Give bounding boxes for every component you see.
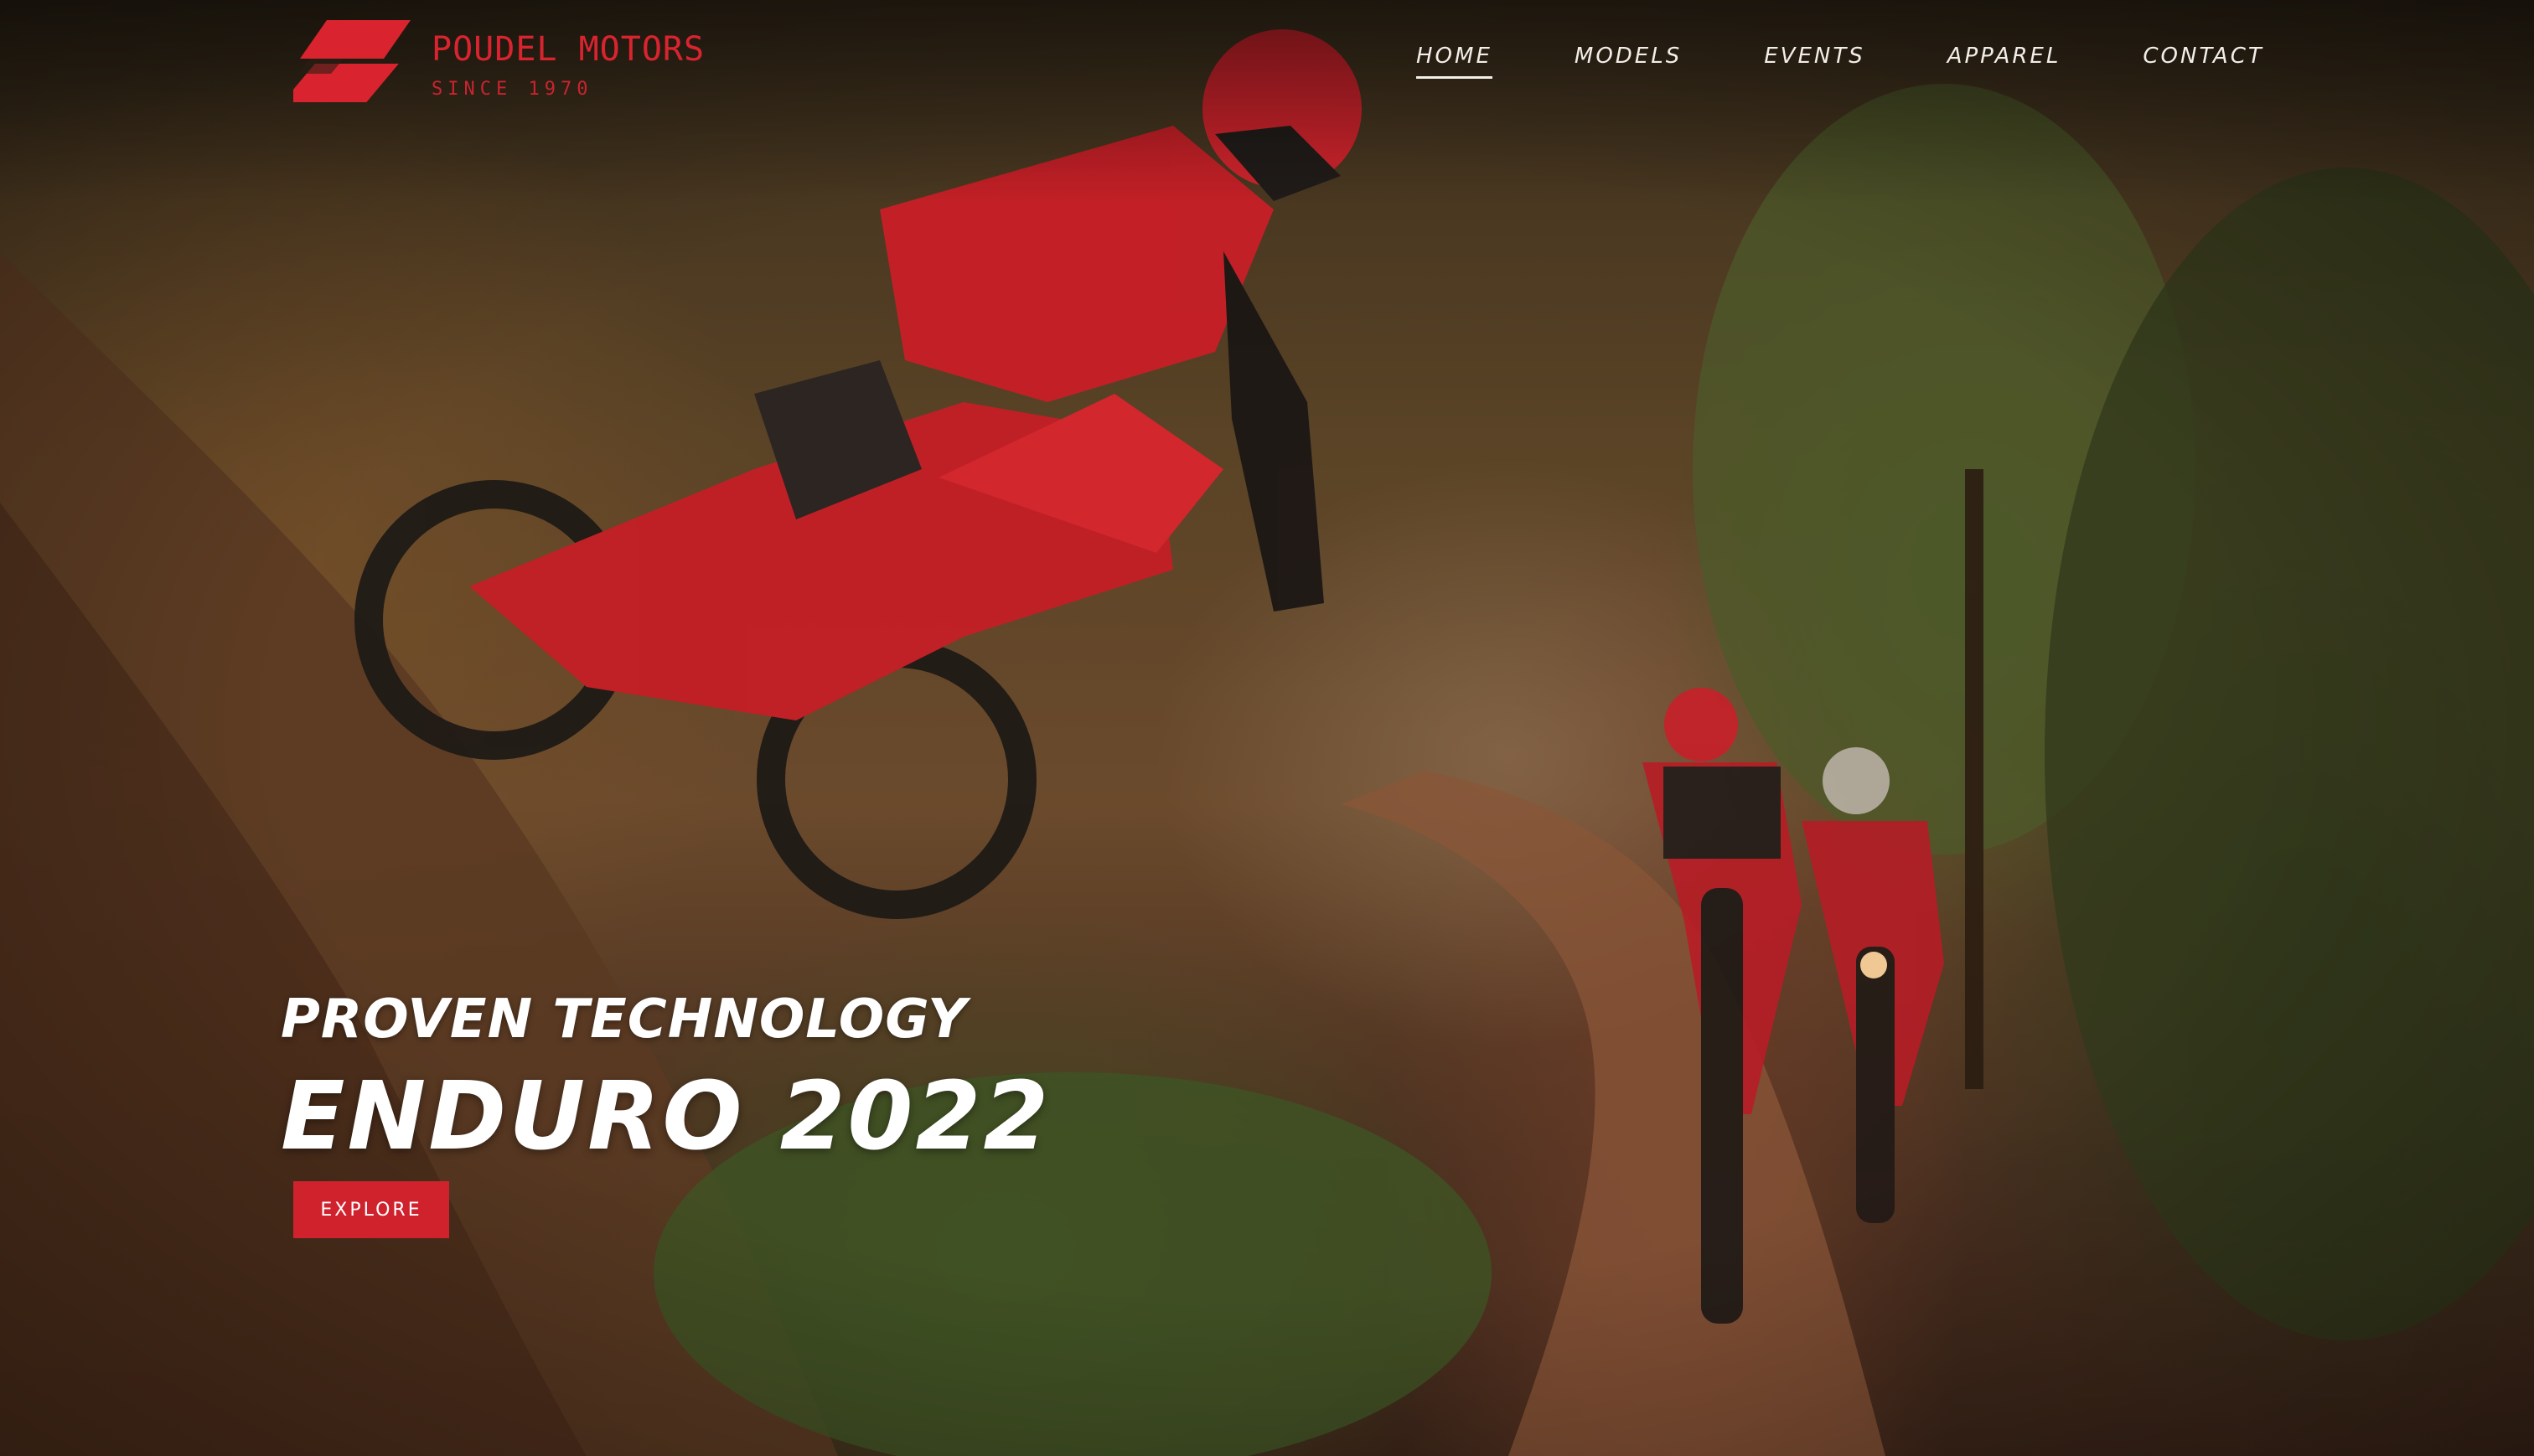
brand-logo[interactable]: POUDEL MOTORS SINCE 1970 — [293, 15, 712, 107]
hero-section: POUDEL MOTORS SINCE 1970 HOME MODELS EVE… — [0, 0, 2534, 1456]
brand-name: POUDEL MOTORS — [432, 30, 706, 69]
nav-item-events[interactable]: EVENTS — [1764, 44, 1864, 69]
nav-item-apparel[interactable]: APPAREL — [1947, 44, 2061, 69]
nav-item-models[interactable]: MODELS — [1575, 44, 1682, 69]
nav-item-contact[interactable]: CONTACT — [2143, 44, 2263, 69]
hero-headline: ENDURO 2022 — [281, 1062, 1052, 1171]
explore-button[interactable]: EXPLORE — [293, 1181, 449, 1238]
nav-item-home[interactable]: HOME — [1416, 44, 1492, 79]
main-navigation: HOME MODELS EVENTS APPAREL CONTACT — [1416, 44, 2264, 79]
brand-logo-icon — [293, 20, 411, 102]
hero-kicker: PROVEN TECHNOLOGY — [281, 989, 968, 1051]
brand-tagline: SINCE 1970 — [432, 79, 593, 100]
